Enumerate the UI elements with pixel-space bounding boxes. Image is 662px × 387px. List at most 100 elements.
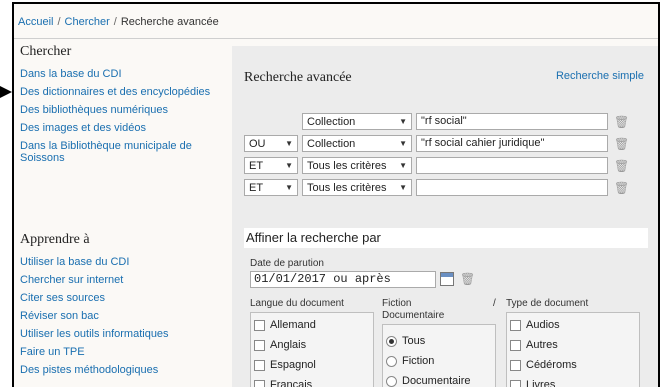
sidebar-item-digital-libraries[interactable]: Des bibliothèques numériques: [20, 104, 220, 116]
checkbox[interactable]: [254, 379, 265, 387]
checkbox[interactable]: [254, 339, 265, 351]
sidebar-section-title: Apprendre à: [20, 232, 90, 247]
trash-icon[interactable]: 🗑: [460, 272, 475, 286]
chevron-down-icon: ▼: [399, 161, 407, 170]
language-label: Langue du document: [250, 298, 344, 309]
checkbox[interactable]: [510, 339, 521, 351]
calendar-icon[interactable]: [440, 272, 454, 286]
doctype-option[interactable]: Audios: [510, 319, 560, 331]
operator-select[interactable]: ET ▼: [244, 179, 298, 196]
trash-icon[interactable]: 🗑: [614, 115, 629, 129]
chevron-down-icon: ▼: [285, 183, 293, 192]
doctype-option[interactable]: Cédéroms: [510, 359, 577, 371]
fiction-option[interactable]: Fiction: [386, 355, 434, 367]
language-option[interactable]: Allemand: [254, 319, 316, 331]
search-value-input[interactable]: [416, 179, 608, 196]
radio-button[interactable]: [386, 375, 397, 387]
checkbox[interactable]: [510, 359, 521, 371]
chevron-down-icon: ▼: [285, 139, 293, 148]
field-select[interactable]: Tous les critères ▼: [302, 179, 412, 196]
date-label: Date de parution: [250, 258, 324, 269]
pointer-arrow-icon: [0, 86, 12, 98]
page-frame: Accueil / Chercher / Recherche avancée Cherc…: [12, 2, 660, 387]
fiction-option[interactable]: Tous: [386, 335, 425, 347]
breadcrumb-separator: /: [57, 16, 61, 28]
trash-icon[interactable]: 🗑: [614, 181, 629, 195]
checkbox[interactable]: [254, 359, 265, 371]
sidebar-item-cite-sources[interactable]: Citer ses sources: [20, 292, 220, 304]
checkbox[interactable]: [254, 319, 265, 331]
option-label: Fiction: [402, 355, 435, 367]
refine-heading: Affiner la recherche par: [244, 228, 648, 248]
language-option[interactable]: Français: [254, 379, 312, 387]
sidebar-item-use-cdi[interactable]: Utiliser la base du CDI: [20, 256, 220, 268]
search-value-input[interactable]: [416, 157, 608, 174]
field-select[interactable]: Collection ▼: [302, 135, 412, 152]
checkbox[interactable]: [510, 319, 521, 331]
option-label: Français: [270, 379, 313, 387]
language-option[interactable]: Espagnol: [254, 359, 316, 371]
breadcrumb-search-link[interactable]: Chercher: [65, 16, 110, 28]
header-divider: [14, 38, 658, 39]
operator-select-value: ET: [249, 159, 264, 172]
sidebar-item-images-videos[interactable]: Des images et des vidéos: [20, 122, 220, 134]
criteria-row: ET ▼ Tous les critères ▼ 🗑: [244, 179, 629, 196]
sidebar-learn: Apprendre à Utiliser la base du CDI Cher…: [20, 232, 220, 382]
operator-select[interactable]: ET ▼: [244, 157, 298, 174]
language-option[interactable]: Anglais: [254, 339, 306, 351]
chevron-down-icon: ▼: [399, 139, 407, 148]
chevron-down-icon: ▼: [399, 117, 407, 126]
sidebar-item-tpe[interactable]: Faire un TPE: [20, 346, 220, 358]
doctype-option[interactable]: Autres: [510, 339, 558, 351]
breadcrumb: Accueil / Chercher / Recherche avancée: [18, 16, 219, 28]
fiction-option[interactable]: Documentaire: [386, 375, 470, 387]
fiction-label: Fiction: [382, 298, 412, 309]
simple-search-link[interactable]: Recherche simple: [556, 70, 644, 82]
sidebar-section-title: Chercher: [20, 44, 72, 59]
operator-select-value: ET: [249, 181, 264, 194]
sidebar-item-internet[interactable]: Chercher sur internet: [20, 274, 220, 286]
panel-title: Recherche avancée: [244, 70, 352, 85]
documentary-label: Documentaire: [382, 310, 445, 321]
trash-icon[interactable]: 🗑: [614, 159, 629, 173]
sidebar-search: Chercher Dans la base du CDI Des diction…: [20, 44, 220, 170]
sidebar-item-it-tools[interactable]: Utiliser les outils informatiques: [20, 328, 220, 340]
checkbox[interactable]: [510, 379, 521, 387]
doctype-label: Type de document: [506, 298, 589, 309]
fiction-separator: /: [493, 298, 496, 309]
criteria-row: Collection ▼ "rf social" 🗑: [244, 113, 629, 130]
option-label: Livres: [526, 379, 556, 387]
chevron-down-icon: ▼: [399, 183, 407, 192]
sidebar-item-methods[interactable]: Des pistes méthodologiques: [20, 364, 220, 376]
sidebar-item-bac[interactable]: Réviser son bac: [20, 310, 220, 322]
operator-select[interactable]: OU ▼: [244, 135, 298, 152]
breadcrumb-home-link[interactable]: Accueil: [18, 16, 53, 28]
trash-icon[interactable]: 🗑: [614, 137, 629, 151]
field-select-value: Tous les critères: [307, 181, 387, 194]
field-select[interactable]: Collection ▼: [302, 113, 412, 130]
chevron-down-icon: ▼: [285, 161, 293, 170]
search-value-input[interactable]: "rf social cahier juridique": [416, 135, 608, 152]
field-select[interactable]: Tous les critères ▼: [302, 157, 412, 174]
search-value-input[interactable]: "rf social": [416, 113, 608, 130]
option-label: Allemand: [270, 319, 316, 331]
sidebar-item-municipal-library[interactable]: Dans la Bibliothèque municipale de Soiss…: [20, 140, 220, 164]
criteria-row: ET ▼ Tous les critères ▼ 🗑: [244, 157, 629, 174]
advanced-search-panel: Recherche avancée Recherche simple Colle…: [232, 46, 658, 387]
radio-button[interactable]: [386, 355, 397, 367]
option-label: Anglais: [270, 339, 307, 351]
field-select-value: Collection: [307, 115, 356, 128]
option-label: Documentaire: [402, 375, 471, 387]
sidebar-item-dictionaries[interactable]: Des dictionnaires et des encyclopédies: [20, 86, 220, 98]
operator-select-value: OU: [249, 137, 266, 150]
option-label: Cédéroms: [526, 359, 577, 371]
sidebar-item-cdi-base[interactable]: Dans la base du CDI: [20, 68, 220, 80]
radio-button[interactable]: [386, 335, 397, 347]
option-label: Autres: [526, 339, 558, 351]
field-select-value: Tous les critères: [307, 159, 387, 172]
breadcrumb-current: Recherche avancée: [120, 16, 219, 28]
doctype-option[interactable]: Livres: [510, 379, 555, 387]
criteria-row: OU ▼ Collection ▼ "rf social cahier juridi…: [244, 135, 629, 152]
option-label: Espagnol: [270, 359, 316, 371]
date-input[interactable]: 01/01/2017 ou après: [250, 271, 436, 288]
